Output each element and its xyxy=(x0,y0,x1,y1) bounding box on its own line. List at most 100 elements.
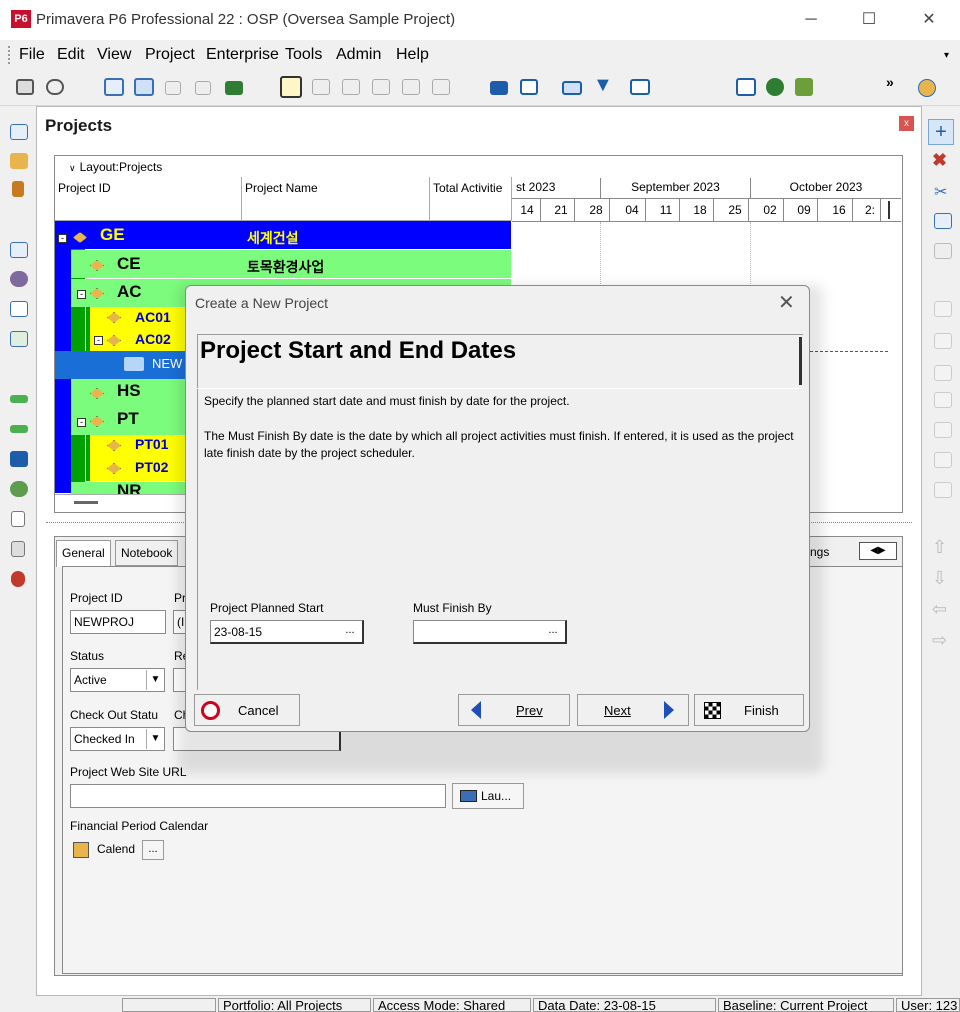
calculator-icon[interactable] xyxy=(11,541,25,557)
tracking-icon[interactable] xyxy=(165,81,181,95)
layout-bar[interactable]: ∨ Layout:Projects xyxy=(55,157,511,177)
app-icon: P6 xyxy=(11,10,31,28)
layout-icon-5[interactable] xyxy=(432,79,450,95)
add-project-icon[interactable] xyxy=(10,124,28,140)
tab-general[interactable]: General xyxy=(56,540,111,567)
print-preview-icon[interactable] xyxy=(46,79,64,95)
panel-close-button[interactable]: x xyxy=(899,116,914,131)
move-up-icon[interactable]: ⇧ xyxy=(932,537,947,558)
menu-tools[interactable]: Tools xyxy=(285,46,322,64)
date-picker-button[interactable]: ... xyxy=(543,623,563,641)
finish-button[interactable]: Finish xyxy=(694,694,804,726)
layout-icon-4[interactable] xyxy=(402,79,420,95)
collapse-icon[interactable]: - xyxy=(58,234,67,243)
move-left-icon[interactable]: ⇦ xyxy=(932,599,947,620)
activities-icon[interactable] xyxy=(10,301,28,317)
copy-icon[interactable] xyxy=(934,213,952,229)
menu-view[interactable]: View xyxy=(97,46,131,64)
checkout-status-dropdown[interactable]: Checked In ▼ xyxy=(70,727,165,751)
maximize-button[interactable]: ☐ xyxy=(846,6,892,34)
date-picker-button[interactable]: ... xyxy=(340,623,360,641)
menu-admin[interactable]: Admin xyxy=(336,46,381,64)
collapse-icon[interactable]: - xyxy=(94,336,103,345)
columns-icon[interactable] xyxy=(520,79,538,95)
tracking-view-icon[interactable] xyxy=(10,331,28,347)
issues-icon[interactable] xyxy=(10,425,28,433)
menu-help[interactable]: Help xyxy=(396,46,429,64)
planned-start-field[interactable]: 23-08-15... xyxy=(210,620,364,644)
delete-icon[interactable]: ✖ xyxy=(932,150,947,171)
minimize-button[interactable]: ─ xyxy=(788,6,834,34)
risks-icon[interactable] xyxy=(10,451,28,467)
cut-icon[interactable]: ✂ xyxy=(934,182,947,202)
collapse-icon[interactable]: - xyxy=(77,418,86,427)
group-sort-icon[interactable] xyxy=(562,81,582,95)
open-project-icon[interactable] xyxy=(10,153,28,169)
gantt-day: 21 xyxy=(548,199,575,221)
wbs-chart-icon[interactable] xyxy=(225,81,243,95)
menu-project[interactable]: Project xyxy=(145,46,195,64)
documents-icon[interactable] xyxy=(11,511,25,527)
assign-icon-3[interactable] xyxy=(934,365,952,381)
network-icon[interactable] xyxy=(195,81,211,95)
tab-notebook[interactable]: Notebook xyxy=(115,540,179,566)
must-finish-field[interactable]: ... xyxy=(413,620,567,644)
layout-icon-2[interactable] xyxy=(342,79,360,95)
collapse-icon[interactable]: - xyxy=(77,290,86,299)
wbs-icon[interactable] xyxy=(12,181,24,197)
assign-icon-2[interactable] xyxy=(934,333,952,349)
gantt-chart-icon[interactable] xyxy=(134,78,154,96)
assign-icon-5[interactable] xyxy=(934,422,952,438)
assign-icon-6[interactable] xyxy=(934,452,952,468)
browse-button[interactable]: ... xyxy=(142,840,164,860)
wps-icon[interactable] xyxy=(10,395,28,403)
filter-icon[interactable]: ▼ xyxy=(593,74,613,97)
help-icon[interactable] xyxy=(918,79,936,97)
launch-button[interactable]: Lau... xyxy=(452,783,524,809)
paste-icon[interactable] xyxy=(934,243,952,259)
project-users-icon[interactable] xyxy=(10,481,28,497)
header-total-activities[interactable]: Total Activitie xyxy=(430,177,512,221)
menu-overflow-icon[interactable]: ▾ xyxy=(944,50,949,61)
layout-icon-3[interactable] xyxy=(372,79,390,95)
store-period-icon[interactable] xyxy=(795,78,813,96)
prev-button[interactable]: Prev xyxy=(458,694,570,726)
header-project-id[interactable]: Project ID xyxy=(55,177,242,221)
schedule-icon[interactable] xyxy=(736,78,756,96)
assign-icon-4[interactable] xyxy=(934,392,952,408)
financial-calendar-field[interactable]: Calend... xyxy=(70,838,164,862)
report-icon[interactable] xyxy=(280,76,302,98)
next-button[interactable]: Next xyxy=(577,694,689,726)
dialog-heading: Project Start and End Dates xyxy=(200,337,517,364)
close-window-button[interactable]: ✕ xyxy=(906,6,952,34)
layout-icon-1[interactable] xyxy=(312,79,330,95)
toolbar-overflow-icon[interactable]: » xyxy=(886,74,894,90)
resources-icon[interactable] xyxy=(10,271,28,287)
dialog-close-button[interactable]: ✕ xyxy=(778,290,795,315)
add-icon[interactable]: + xyxy=(928,119,954,145)
project-id-field[interactable]: NEWPROJ xyxy=(70,610,166,634)
folder-icon[interactable] xyxy=(10,242,28,258)
thresholds-icon[interactable] xyxy=(11,571,25,587)
status-dropdown[interactable]: Active ▼ xyxy=(70,668,165,692)
menu-edit[interactable]: Edit xyxy=(57,46,85,64)
move-down-icon[interactable]: ⇩ xyxy=(932,568,947,589)
assign-icon-7[interactable] xyxy=(934,482,952,498)
gantt-splitter[interactable] xyxy=(888,201,890,219)
move-right-icon[interactable]: ⇨ xyxy=(932,630,947,651)
table-icon[interactable] xyxy=(104,78,124,96)
assign-icon-1[interactable] xyxy=(934,301,952,317)
header-project-name[interactable]: Project Name xyxy=(242,177,430,221)
layout-options-icon[interactable] xyxy=(630,79,650,95)
gantt-day: 2: xyxy=(860,199,881,221)
menu-enterprise[interactable]: Enterprise xyxy=(206,46,279,64)
level-icon[interactable] xyxy=(766,78,784,96)
cancel-button[interactable]: Cancel xyxy=(194,694,300,726)
print-icon[interactable] xyxy=(16,79,34,95)
web-url-field[interactable] xyxy=(70,784,446,808)
bars-icon[interactable] xyxy=(490,81,508,95)
scroll-thumb[interactable] xyxy=(74,501,98,504)
dialog-scrollbar[interactable] xyxy=(799,337,802,385)
tab-scroll-buttons[interactable]: ◀▶ xyxy=(859,542,897,560)
menu-file[interactable]: File xyxy=(19,46,45,64)
